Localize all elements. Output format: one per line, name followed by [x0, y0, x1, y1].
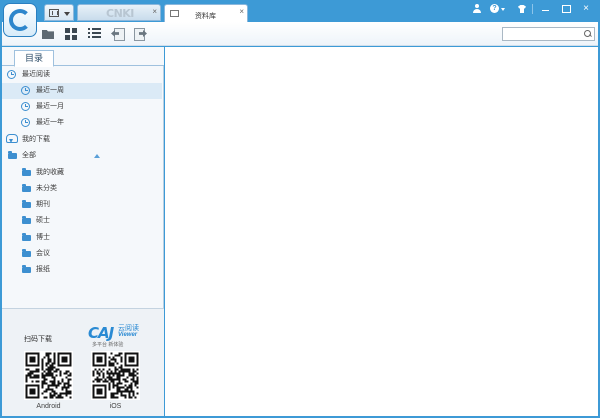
android-label: Android — [36, 403, 61, 410]
collapse-arrow-icon[interactable] — [94, 154, 100, 158]
sidebar-item-masters[interactable]: 硕士 — [2, 213, 162, 229]
sidebar-item-label: 我的收藏 — [36, 169, 64, 176]
sidebar-item-recent-week[interactable]: 最近一周 — [2, 83, 162, 99]
sidebar-item-label: 最近一周 — [36, 87, 64, 94]
sidebar-item-all[interactable]: 全部 — [2, 148, 162, 164]
close-button[interactable]: × — [580, 3, 592, 15]
app-window: CNKI × 资料库 × ? × 目录 最近阅读 最近一周 最近一月 最近一年 … — [0, 0, 600, 418]
sidebar-item-label: 期刊 — [36, 201, 50, 208]
folder-icon — [22, 168, 31, 176]
sidebar: 目录 最近阅读 最近一周 最近一月 最近一年 我的下载 全部 我的收藏 未分类 … — [2, 47, 164, 416]
tab-library-label: 资料库 — [195, 13, 216, 20]
sidebar-item-newspaper[interactable]: 报纸 — [2, 262, 162, 278]
tab-cnki-close-icon[interactable]: × — [152, 7, 157, 17]
folder-icon — [22, 184, 31, 192]
chevron-down-icon — [64, 12, 70, 16]
title-bar: CNKI × 资料库 × ? × — [0, 0, 600, 37]
sidebar-item-label: 博士 — [36, 234, 50, 241]
help-menu-button[interactable]: ? — [490, 3, 505, 15]
folder-icon — [8, 151, 17, 159]
sidebar-item-uncategorized[interactable]: 未分类 — [2, 181, 162, 197]
qr-download-panel: 扫码下载 CAJ 云阅读 Viewer 多平台 新体验 Android iOS — [2, 308, 164, 416]
sidebar-item-label: 会议 — [36, 250, 50, 257]
export-arrow-icon[interactable] — [134, 28, 148, 41]
open-folder-icon[interactable] — [42, 28, 56, 40]
sidebar-item-favorites[interactable]: 我的收藏 — [2, 165, 162, 181]
divider — [532, 4, 533, 14]
skin-shirt-icon[interactable] — [516, 3, 528, 15]
tab-cnki[interactable]: CNKI × — [77, 4, 161, 21]
caj-logo-viewer: Viewer — [118, 332, 138, 338]
minimize-button[interactable] — [541, 3, 551, 15]
toolbar — [2, 22, 598, 46]
sidebar-item-label: 最近阅读 — [22, 71, 50, 78]
import-arrow-icon[interactable] — [111, 28, 125, 41]
sidebar-item-label: 报纸 — [36, 266, 50, 273]
sidebar-item-label: 我的下载 — [22, 136, 50, 143]
sidebar-item-label: 硕士 — [36, 217, 50, 224]
clock-icon — [21, 86, 30, 95]
sidebar-item-label: 未分类 — [36, 185, 57, 192]
sidebar-item-downloads[interactable]: 我的下载 — [2, 132, 162, 148]
app-logo-icon — [3, 3, 37, 37]
sidebar-item-label: 最近一月 — [36, 103, 64, 110]
tab-library[interactable]: 资料库 × — [164, 4, 248, 24]
sidebar-item-recent[interactable]: 最近阅读 — [2, 67, 162, 83]
ios-label: iOS — [109, 403, 122, 410]
caj-logo: CAJ — [88, 324, 114, 342]
clock-icon — [21, 118, 30, 127]
folder-icon — [22, 200, 31, 208]
book-icon — [49, 9, 59, 17]
tab-contents[interactable]: 目录 — [14, 50, 54, 67]
android-qr-code — [24, 351, 73, 400]
user-icon[interactable] — [472, 3, 482, 15]
caj-tagline: 多平台 新体验 — [92, 342, 124, 348]
list-view-icon[interactable] — [88, 28, 102, 40]
folder-icon — [22, 249, 31, 257]
search-box — [502, 27, 595, 41]
search-input[interactable] — [505, 29, 580, 39]
book-icon — [170, 10, 179, 17]
sidebar-item-doctoral[interactable]: 博士 — [2, 230, 162, 246]
sidebar-item-recent-year[interactable]: 最近一年 — [2, 115, 162, 131]
clock-icon — [21, 102, 30, 111]
search-icon[interactable] — [584, 30, 592, 38]
help-icon: ? — [490, 4, 499, 13]
clock-icon — [7, 70, 16, 79]
tab-cnki-label: CNKI — [106, 7, 134, 20]
folder-icon — [22, 216, 31, 224]
sidebar-item-recent-month[interactable]: 最近一月 — [2, 99, 162, 115]
ios-qr-code — [91, 351, 140, 400]
sidebar-item-journals[interactable]: 期刊 — [2, 197, 162, 213]
folder-icon — [22, 233, 31, 241]
tab-library-close-icon[interactable]: × — [239, 7, 244, 17]
sidebar-tab-strip: 目录 — [2, 47, 164, 67]
sidebar-item-label: 最近一年 — [36, 119, 64, 126]
sidebar-item-conference[interactable]: 会议 — [2, 246, 162, 262]
tab-menu-button[interactable] — [44, 4, 74, 21]
scan-download-label: 扫码下载 — [24, 336, 52, 343]
grid-view-icon[interactable] — [65, 28, 79, 40]
sidebar-item-label: 全部 — [22, 152, 36, 159]
download-icon — [6, 134, 18, 144]
chevron-down-icon — [501, 8, 505, 11]
main-content-area — [165, 47, 598, 416]
maximize-button[interactable] — [561, 3, 571, 15]
folder-icon — [22, 265, 31, 273]
